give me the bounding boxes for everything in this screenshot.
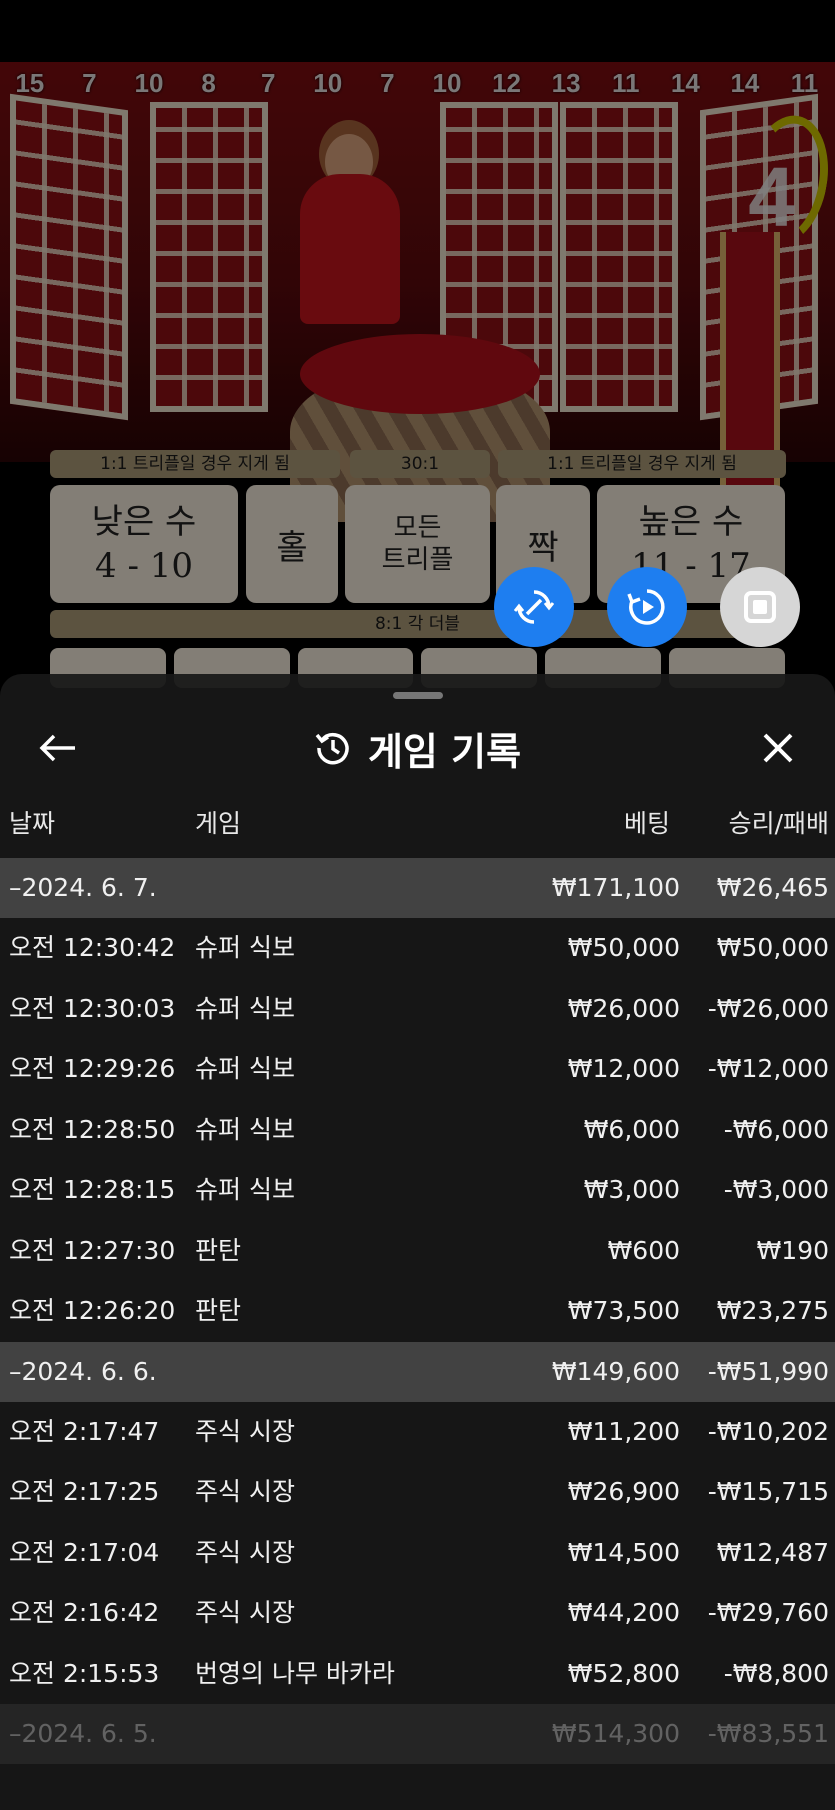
row-game: 주식 시장	[195, 1537, 295, 1567]
row-result: ₩50,000	[716, 933, 829, 962]
column-header-game[interactable]: 게임	[195, 796, 241, 852]
group-bet-total: ₩514,300	[551, 1719, 680, 1748]
group-result-total: -₩83,551	[707, 1719, 829, 1748]
row-game: 슈퍼 식보	[195, 1054, 295, 1083]
history-row[interactable]: 오전 12:28:50 슈퍼 식보 ₩6,000 -₩6,000	[0, 1100, 835, 1161]
date-group-row[interactable]: –2024. 6. 6. ₩149,600 -₩51,990	[0, 1341, 835, 1402]
row-bet: ₩600	[607, 1235, 680, 1265]
row-result: -₩10,202	[707, 1416, 829, 1446]
group-date: –2024. 6. 6.	[9, 1356, 157, 1386]
date-group-row[interactable]: –2024. 6. 5. ₩514,300 -₩83,551	[0, 1704, 835, 1764]
row-result: ₩12,487	[716, 1537, 829, 1567]
row-bet: ₩11,200	[567, 1416, 680, 1446]
panel-header: 게임 기록	[0, 710, 835, 786]
group-date: –2024. 6. 5.	[9, 1719, 157, 1748]
row-game: 슈퍼 식보	[195, 933, 295, 962]
row-result: -₩6,000	[723, 1114, 829, 1144]
row-game: 슈퍼 식보	[195, 1114, 295, 1144]
row-bet: ₩14,500	[567, 1537, 680, 1567]
row-time: 오전 12:28:50	[9, 1114, 176, 1144]
row-time: 오전 12:30:03	[9, 993, 176, 1023]
game-history-panel: 게임 기록 날짜 게임 베팅 승리/패배 –2024. 6. 7. ₩171,10…	[0, 674, 835, 1810]
column-headers: 날짜 게임 베팅 승리/패배	[0, 796, 835, 852]
row-result: -₩8,800	[723, 1658, 829, 1688]
replay-icon	[627, 589, 665, 625]
row-result: -₩26,000	[707, 993, 829, 1023]
back-button[interactable]	[32, 726, 84, 770]
row-bet: ₩44,200	[567, 1598, 680, 1627]
row-time: 오전 2:16:42	[9, 1598, 160, 1627]
drag-handle[interactable]	[393, 692, 443, 699]
history-list: –2024. 6. 7. ₩171,100 ₩26,465 오전 12:30:42 슈퍼…	[0, 858, 835, 1764]
history-row[interactable]: 오전 12:26:20 판탄 ₩73,500 ₩23,275	[0, 1281, 835, 1342]
row-game: 슈퍼 식보	[195, 1175, 295, 1204]
row-time: 오전 2:15:53	[9, 1658, 160, 1688]
row-bet: ₩73,500	[567, 1296, 680, 1325]
history-row[interactable]: 오전 12:30:42 슈퍼 식보 ₩50,000 ₩50,000	[0, 918, 835, 979]
row-result: ₩190	[756, 1235, 829, 1265]
history-row[interactable]: 오전 2:17:04 주식 시장 ₩14,500 ₩12,487	[0, 1523, 835, 1584]
row-bet: ₩26,900	[567, 1477, 680, 1506]
column-header-bet[interactable]: 베팅	[624, 796, 670, 852]
close-button[interactable]	[752, 726, 804, 770]
history-row[interactable]: 오전 2:15:53 번영의 나무 바카라 ₩52,800 -₩8,800	[0, 1644, 835, 1705]
row-game: 주식 시장	[195, 1477, 295, 1506]
row-bet: ₩3,000	[583, 1175, 680, 1204]
close-icon	[763, 733, 793, 763]
row-time: 오전 12:26:20	[9, 1296, 176, 1325]
row-bet: ₩26,000	[567, 993, 680, 1023]
row-result: -₩15,715	[707, 1477, 829, 1506]
column-header-result[interactable]: 승리/패배	[729, 796, 829, 852]
row-result: ₩23,275	[716, 1296, 829, 1325]
panel-title: 게임 기록	[367, 729, 522, 774]
group-date: –2024. 6. 7.	[9, 873, 157, 902]
row-bet: ₩50,000	[567, 933, 680, 962]
row-game: 판탄	[195, 1235, 242, 1265]
history-icon	[315, 732, 349, 765]
row-time: 오전 2:17:25	[9, 1477, 160, 1506]
replay-button[interactable]	[607, 567, 687, 647]
date-group-row[interactable]: –2024. 6. 7. ₩171,100 ₩26,465	[0, 858, 835, 918]
group-bet-total: ₩171,100	[551, 873, 680, 902]
row-time: 오전 12:29:26	[9, 1054, 176, 1083]
stop-button[interactable]	[720, 567, 800, 647]
history-row[interactable]: 오전 12:28:15 슈퍼 식보 ₩3,000 -₩3,000	[0, 1160, 835, 1221]
row-game: 번영의 나무 바카라	[195, 1658, 395, 1688]
row-result: -₩3,000	[723, 1175, 829, 1204]
history-row[interactable]: 오전 2:17:25 주식 시장 ₩26,900 -₩15,715	[0, 1462, 835, 1523]
group-bet-total: ₩149,600	[551, 1356, 680, 1386]
row-time: 오전 12:30:42	[9, 933, 176, 962]
column-header-date[interactable]: 날짜	[9, 796, 55, 852]
row-time: 오전 12:28:15	[9, 1175, 176, 1204]
panel-title-wrap: 게임 기록	[0, 710, 835, 786]
row-game: 주식 시장	[195, 1598, 295, 1627]
history-row[interactable]: 오전 12:29:26 슈퍼 식보 ₩12,000 -₩12,000	[0, 1039, 835, 1100]
history-row[interactable]: 오전 2:17:47 주식 시장 ₩11,200 -₩10,202	[0, 1402, 835, 1463]
row-bet: ₩12,000	[567, 1054, 680, 1083]
back-arrow-icon	[39, 734, 75, 762]
row-bet: ₩6,000	[583, 1114, 680, 1144]
autoplay-button[interactable]	[494, 567, 574, 647]
group-result-total: ₩26,465	[716, 873, 829, 902]
history-row[interactable]: 오전 2:16:42 주식 시장 ₩44,200 -₩29,760	[0, 1583, 835, 1644]
row-time: 오전 2:17:47	[9, 1416, 160, 1446]
row-game: 판탄	[195, 1296, 242, 1325]
stop-icon	[744, 591, 776, 623]
row-time: 오전 2:17:04	[9, 1537, 160, 1567]
row-game: 슈퍼 식보	[195, 993, 295, 1023]
history-row[interactable]: 오전 12:27:30 판탄 ₩600 ₩190	[0, 1221, 835, 1282]
history-row[interactable]: 오전 12:30:03 슈퍼 식보 ₩26,000 -₩26,000	[0, 979, 835, 1040]
row-bet: ₩52,800	[567, 1658, 680, 1688]
row-result: -₩29,760	[707, 1598, 829, 1627]
row-result: -₩12,000	[707, 1054, 829, 1083]
autoplay-icon	[514, 590, 554, 624]
group-result-total: -₩51,990	[707, 1356, 829, 1386]
row-time: 오전 12:27:30	[9, 1235, 176, 1265]
row-game: 주식 시장	[195, 1416, 295, 1446]
